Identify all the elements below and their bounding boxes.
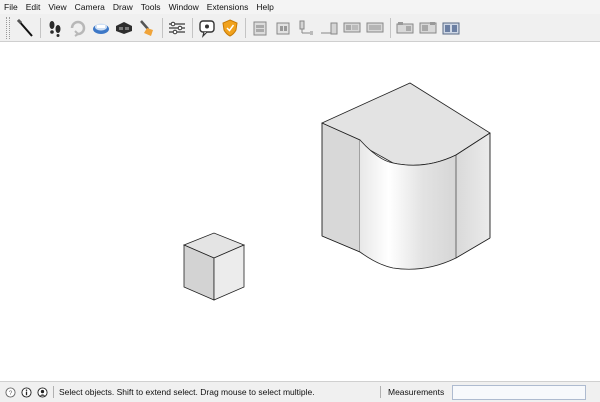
geo-location-icon[interactable]: ? <box>4 386 16 398</box>
measurements-separator <box>380 386 381 398</box>
toolbar-separator <box>162 17 163 38</box>
rounded-block-left-face[interactable] <box>321 122 361 253</box>
menu-view[interactable]: View <box>48 2 66 12</box>
toolbar-separator <box>192 17 193 38</box>
paint-brush-icon[interactable] <box>136 17 158 39</box>
model-view[interactable] <box>0 42 600 381</box>
rounded-block[interactable] <box>321 82 491 270</box>
status-bar: ? Select objects. Shift to extend select… <box>0 381 600 402</box>
svg-text:?: ? <box>8 389 12 396</box>
user-account-icon[interactable] <box>36 386 48 398</box>
menu-edit[interactable]: Edit <box>26 2 41 12</box>
scene-tab-1-icon[interactable] <box>249 17 271 39</box>
settings-sliders-icon[interactable] <box>166 17 188 39</box>
menu-window[interactable]: Window <box>169 2 199 12</box>
menu-camera[interactable]: Camera <box>75 2 105 12</box>
toolbar-separator <box>40 17 41 38</box>
drawing-canvas[interactable] <box>0 42 600 381</box>
menu-draw[interactable]: Draw <box>113 2 133 12</box>
info-icon[interactable] <box>20 386 32 398</box>
menu-help[interactable]: Help <box>256 2 273 12</box>
scene-tab-8-icon[interactable] <box>417 17 439 39</box>
select-arrow-icon[interactable] <box>14 17 36 39</box>
measurements-input[interactable] <box>452 385 586 400</box>
toolbar-separator <box>245 17 246 38</box>
toolbar-separator <box>390 17 391 38</box>
scene-tab-2-icon[interactable] <box>272 17 294 39</box>
vr-goggles-icon[interactable] <box>113 17 135 39</box>
menu-bar: File Edit View Camera Draw Tools Window … <box>0 0 600 14</box>
shield-icon[interactable] <box>219 17 241 39</box>
small-cube[interactable] <box>182 232 246 301</box>
menu-extensions[interactable]: Extensions <box>207 2 249 12</box>
scene-tab-3-icon[interactable] <box>295 17 317 39</box>
speech-bubble-icon[interactable] <box>196 17 218 39</box>
scene-tab-9-icon[interactable] <box>440 17 462 39</box>
footprints-icon[interactable] <box>44 17 66 39</box>
status-separator <box>53 386 54 398</box>
toolbar <box>0 14 600 42</box>
scene-tab-5-icon[interactable] <box>341 17 363 39</box>
scene-tab-4-icon[interactable] <box>318 17 340 39</box>
toolbar-grip[interactable] <box>6 16 10 39</box>
pan-icon[interactable] <box>90 17 112 39</box>
scene-tab-7-icon[interactable] <box>394 17 416 39</box>
scene-tab-6-icon[interactable] <box>364 17 386 39</box>
menu-tools[interactable]: Tools <box>141 2 161 12</box>
menu-file[interactable]: File <box>4 2 18 12</box>
orbit-icon[interactable] <box>67 17 89 39</box>
measurements-label: Measurements <box>388 387 445 397</box>
status-message: Select objects. Shift to extend select. … <box>59 387 315 397</box>
